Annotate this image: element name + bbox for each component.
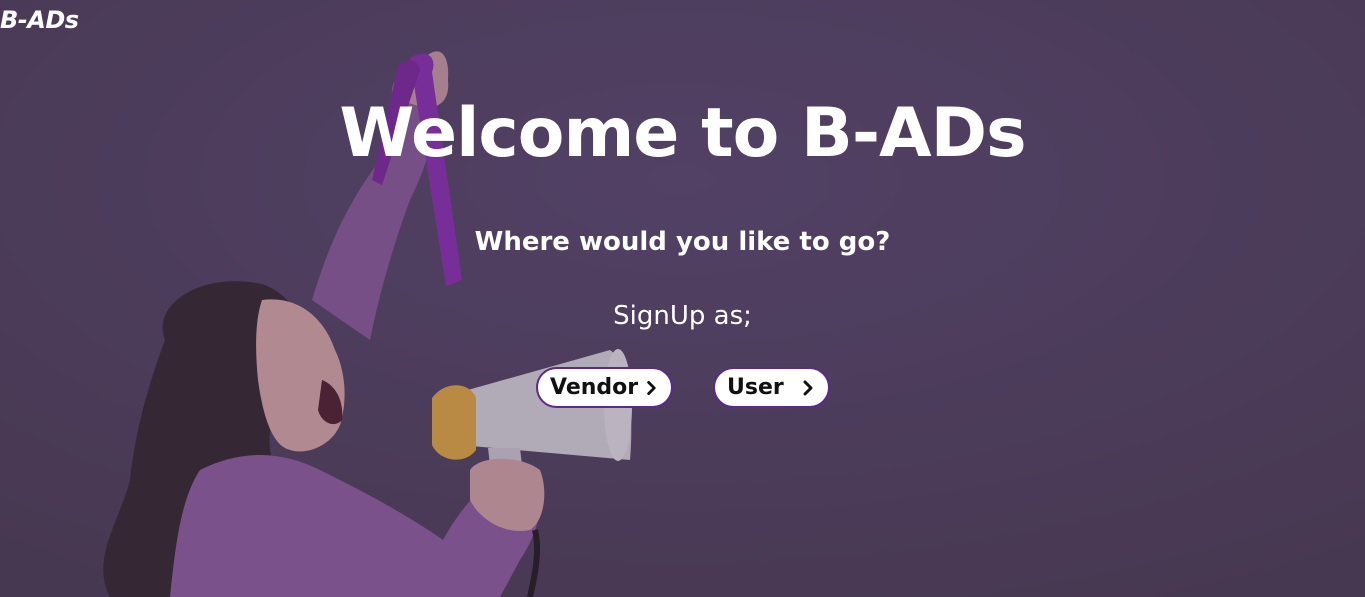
chevron-right-icon	[803, 380, 813, 395]
user-button-label: User	[727, 375, 784, 400]
signup-vendor-button[interactable]: Vendor	[536, 367, 673, 408]
page-title: Welcome to B-ADs	[339, 94, 1026, 173]
signup-label: SignUp as;	[613, 301, 752, 331]
signup-user-button[interactable]: User	[713, 367, 830, 408]
chevron-right-icon	[647, 380, 656, 395]
page-subtitle: Where would you like to go?	[474, 227, 891, 257]
vendor-button-label: Vendor	[550, 375, 639, 400]
brand-logo[interactable]: B-ADs	[0, 6, 79, 34]
hero-background-image	[0, 0, 1365, 597]
